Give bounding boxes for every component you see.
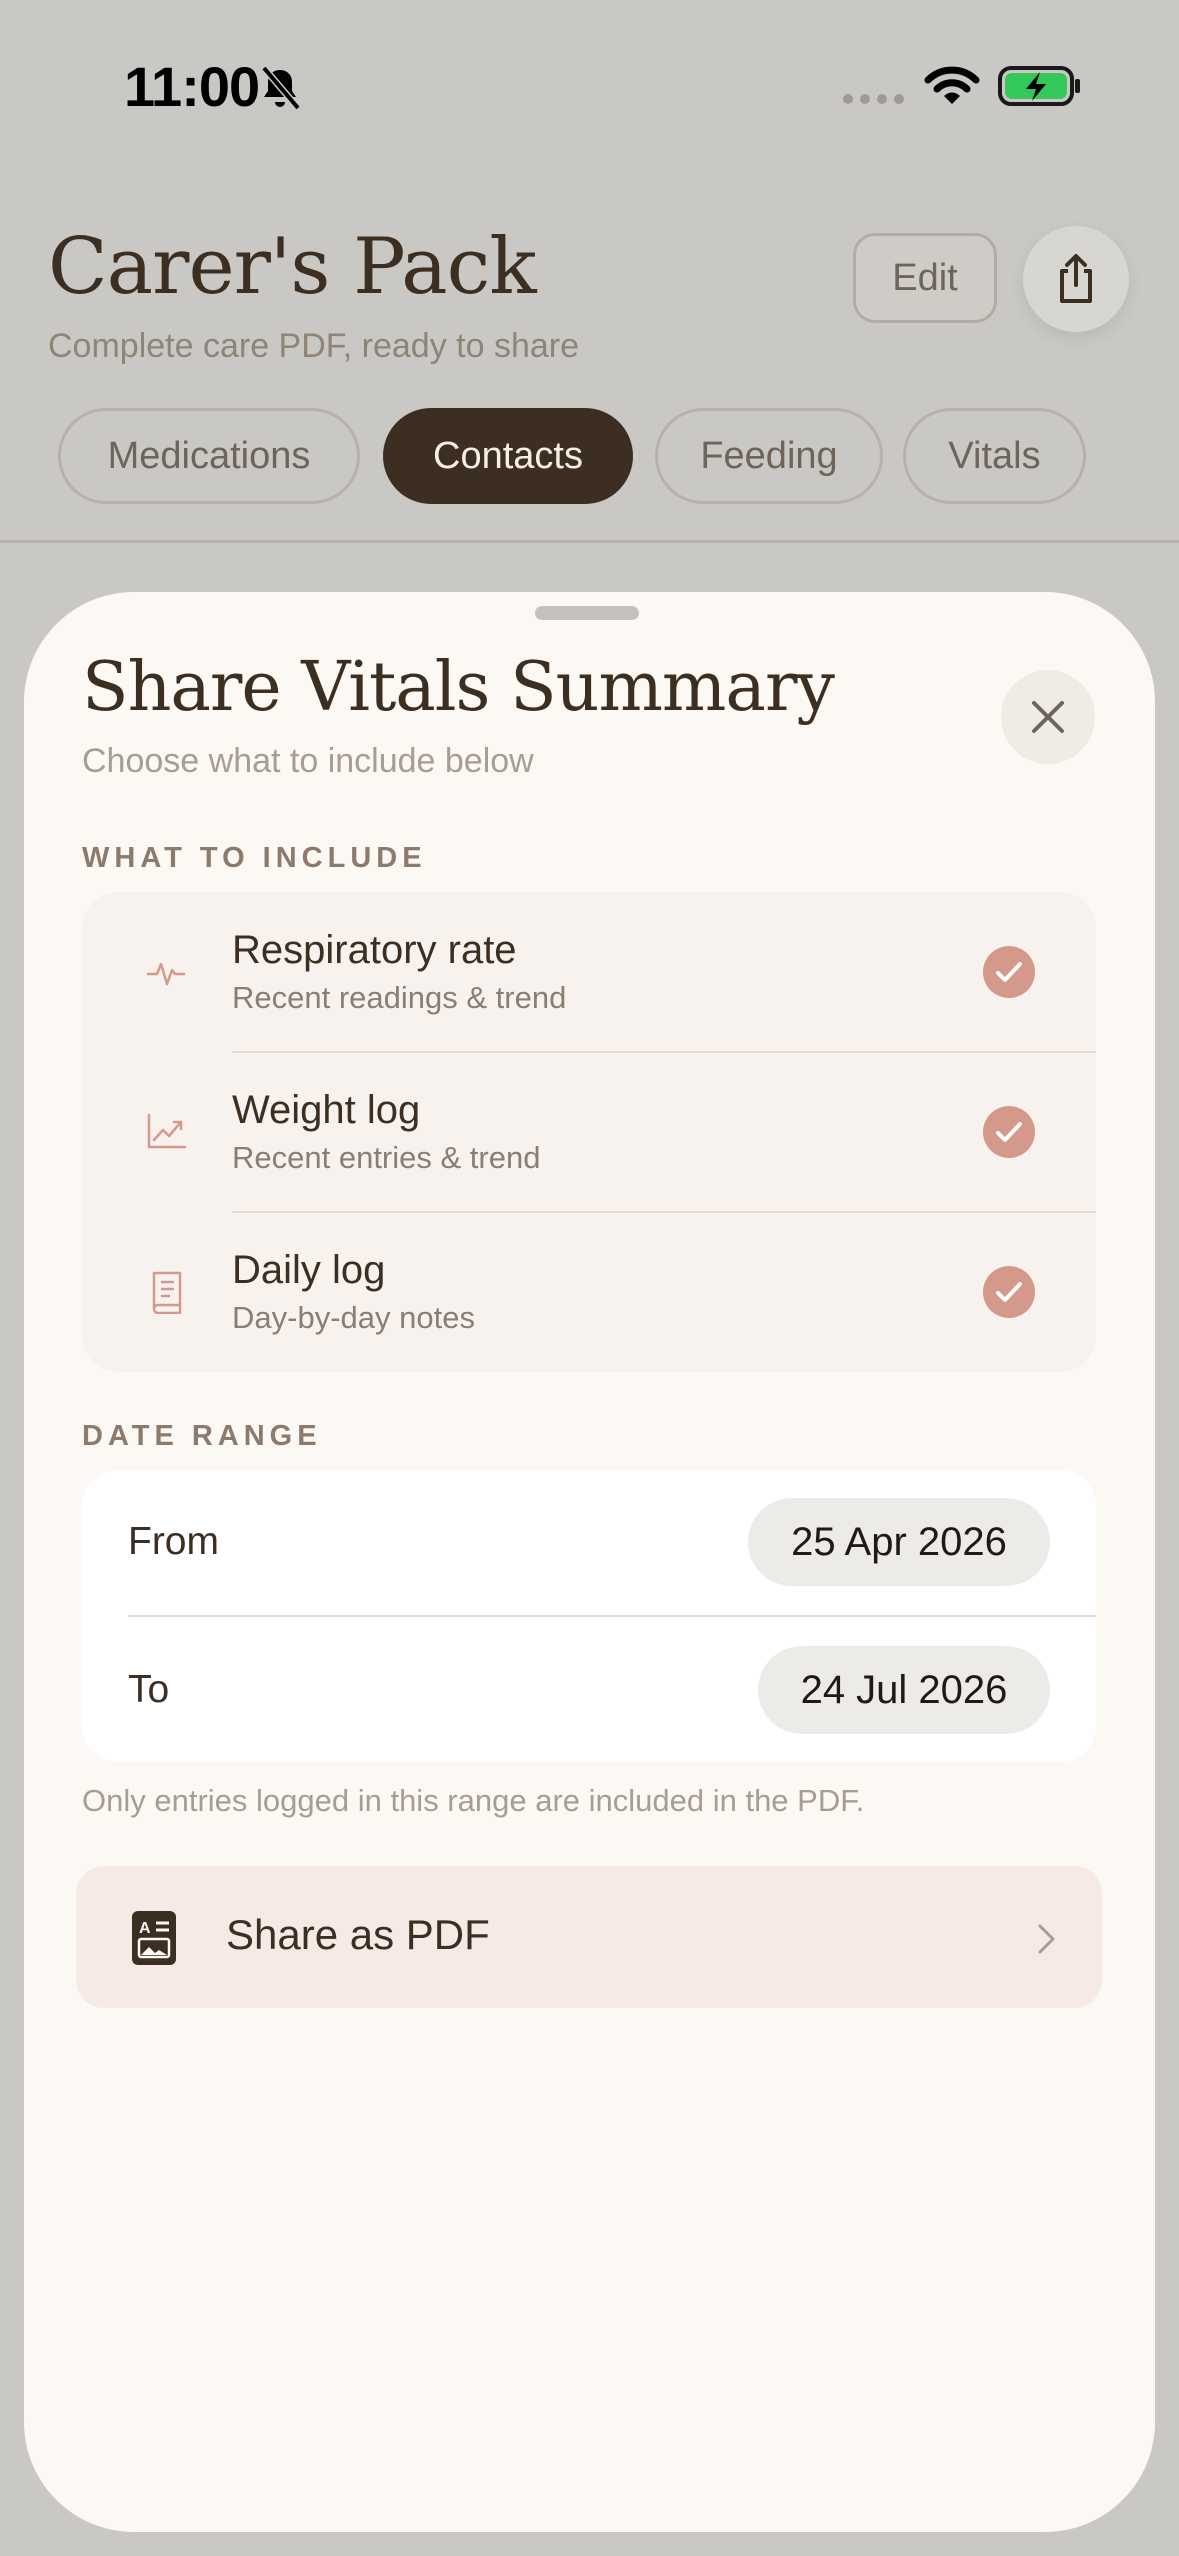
chevron-right-icon <box>1038 1924 1055 1954</box>
item-subtitle: Day-by-day notes <box>232 1300 475 1335</box>
from-label: From <box>128 1520 219 1563</box>
bell-muted-icon <box>261 65 301 111</box>
tab-vitals[interactable]: Vitals <box>903 408 1086 504</box>
sheet-subtitle: Choose what to include below <box>82 742 534 780</box>
row-divider <box>128 1615 1096 1617</box>
checkmark-icon[interactable] <box>983 946 1035 998</box>
pdf-document-icon: A <box>132 1911 176 1965</box>
pulse-icon <box>146 962 186 986</box>
checkmark-icon[interactable] <box>983 1266 1035 1318</box>
item-subtitle: Recent entries & trend <box>232 1140 541 1175</box>
status-time: 11:00 <box>124 55 260 118</box>
page-title: Carer's Pack <box>48 222 537 312</box>
include-section-label: WHAT TO INCLUDE <box>82 842 427 874</box>
item-title: Respiratory rate <box>232 928 517 972</box>
tab-feeding[interactable]: Feeding <box>655 408 883 504</box>
share-as-pdf-label: Share as PDF <box>226 1911 490 1958</box>
svg-text:A: A <box>139 1920 151 1937</box>
edit-button[interactable]: Edit <box>853 233 997 323</box>
close-button[interactable] <box>1001 670 1095 764</box>
page-subtitle: Complete care PDF, ready to share <box>48 327 580 365</box>
chart-trend-icon <box>147 1113 187 1149</box>
checkmark-icon[interactable] <box>983 1106 1035 1158</box>
share-button[interactable] <box>1023 226 1129 332</box>
item-title: Weight log <box>232 1088 421 1132</box>
date-range-note: Only entries logged in this range are in… <box>82 1783 865 1818</box>
item-title: Daily log <box>232 1248 386 1292</box>
wifi-icon <box>924 66 980 104</box>
to-label: To <box>128 1668 170 1711</box>
tab-contacts[interactable]: Contacts <box>383 408 633 504</box>
header-divider <box>0 540 1179 543</box>
close-icon <box>1032 701 1064 733</box>
sheet-title: Share Vitals Summary <box>82 648 835 727</box>
to-date-picker[interactable]: 24 Jul 2026 <box>758 1646 1050 1734</box>
date-range-label: DATE RANGE <box>82 1420 322 1452</box>
sheet-grabber[interactable] <box>535 606 639 620</box>
share-icon <box>1060 254 1092 303</box>
book-icon <box>152 1271 182 1314</box>
signal-icon <box>843 94 904 104</box>
from-date-picker[interactable]: 25 Apr 2026 <box>748 1498 1050 1586</box>
tab-medications[interactable]: Medications <box>58 408 360 504</box>
battery-charging-icon <box>998 66 1080 106</box>
item-subtitle: Recent readings & trend <box>232 980 567 1015</box>
